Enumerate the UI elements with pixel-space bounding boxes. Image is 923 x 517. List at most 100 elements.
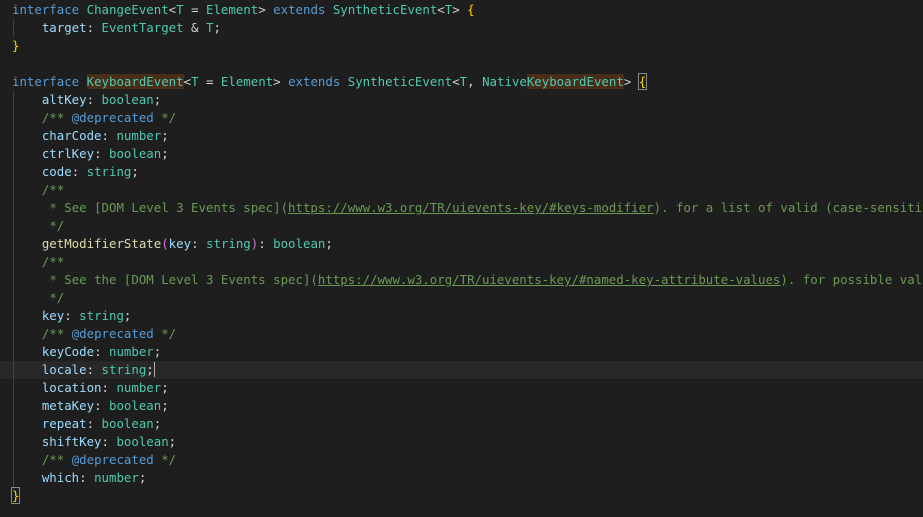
code-token: : (101, 128, 117, 143)
code-token: key (168, 236, 192, 251)
code-token: ; (213, 20, 221, 35)
code-token: extends (288, 74, 341, 89)
code-line[interactable]: locale: string; (0, 361, 923, 379)
code-text: /** (12, 253, 64, 271)
code-token: ; (161, 128, 169, 143)
code-token: boolean (273, 236, 326, 251)
code-token: T (176, 2, 184, 17)
code-token: = (183, 2, 206, 17)
code-text: metaKey: boolean; (12, 397, 169, 415)
code-token: } (12, 38, 20, 53)
code-token: which (41, 470, 80, 485)
code-token: : (94, 146, 109, 161)
code-token: Native (482, 74, 527, 89)
code-token: /** (41, 326, 72, 341)
code-token: = (198, 74, 221, 89)
code-token: @deprecated (71, 326, 154, 341)
code-text: key: string; (12, 307, 132, 325)
code-text: interface ChangeEvent<T = Element> exten… (12, 1, 475, 19)
code-token: ; (325, 236, 333, 251)
code-text: charCode: number; (12, 127, 169, 145)
code-text: /** (12, 181, 64, 199)
code-token: ). for a list of valid (case-sensitive) … (653, 200, 923, 215)
code-token: /** (41, 254, 65, 269)
code-text: getModifierState(key: string): boolean; (12, 235, 333, 253)
code-token: KeyboardEvent (526, 74, 624, 89)
code-editor[interactable]: interface ChangeEvent<T = Element> exten… (0, 0, 923, 517)
code-token: ; (168, 434, 177, 449)
code-token: : (79, 470, 95, 485)
code-token: interface (12, 2, 80, 17)
code-token: string (86, 164, 132, 179)
code-text: shiftKey: boolean; (12, 433, 176, 451)
code-text: repeat: boolean; (12, 415, 161, 433)
code-token: number (116, 128, 162, 143)
code-token: interface (12, 74, 80, 89)
code-token: ; (138, 470, 147, 485)
code-token: , (467, 74, 483, 89)
code-text: keyCode: number; (12, 343, 161, 361)
code-token: charCode (41, 128, 102, 143)
code-token: string (205, 236, 251, 251)
code-token: : (191, 236, 206, 251)
code-token: Element (220, 74, 274, 89)
code-token: */ (49, 218, 65, 233)
code-token: code (41, 164, 72, 179)
text-cursor (153, 362, 155, 377)
code-text: * See the [DOM Level 3 Events spec](http… (12, 271, 923, 289)
code-token: @deprecated (71, 452, 154, 467)
code-token: } (10, 487, 21, 504)
code-token: : (86, 362, 102, 377)
code-token: ctrlKey (41, 146, 95, 161)
code-token: */ (153, 326, 177, 341)
code-token: boolean (101, 416, 154, 431)
code-token: boolean (116, 434, 169, 449)
code-token: ; (153, 344, 162, 359)
code-token: altKey (41, 92, 87, 107)
code-token: : (71, 164, 87, 179)
code-token: T (191, 74, 199, 89)
code-text: /** @deprecated */ (12, 451, 176, 469)
code-token: boolean (108, 398, 162, 413)
code-token: /** (41, 182, 65, 197)
code-text: which: number; (12, 469, 146, 487)
code-token: ; (123, 308, 132, 323)
code-token: /** (41, 452, 72, 467)
code-token: target (41, 20, 87, 35)
code-token: : (101, 434, 117, 449)
code-token: : (101, 380, 117, 395)
code-token: string (101, 362, 147, 377)
code-text: /** @deprecated */ (12, 109, 176, 127)
code-token: extends (273, 2, 326, 17)
code-text: location: number; (12, 379, 169, 397)
code-text: target: EventTarget & T; (12, 19, 221, 37)
code-token: : (94, 344, 109, 359)
code-token: ; (161, 398, 169, 413)
code-token: shiftKey (41, 434, 102, 449)
code-token: @deprecated (71, 110, 154, 125)
code-text: } (12, 37, 19, 55)
code-token: repeat (41, 416, 87, 431)
code-text: */ (12, 289, 64, 307)
code-text: interface KeyboardEvent<T = Element> ext… (12, 73, 648, 91)
code-token: */ (153, 452, 177, 467)
code-token: > (258, 2, 266, 17)
code-text: * See [DOM Level 3 Events spec](https://… (12, 199, 923, 217)
code-token: https://www.w3.org/TR/uievents-key/#keys… (288, 200, 654, 215)
